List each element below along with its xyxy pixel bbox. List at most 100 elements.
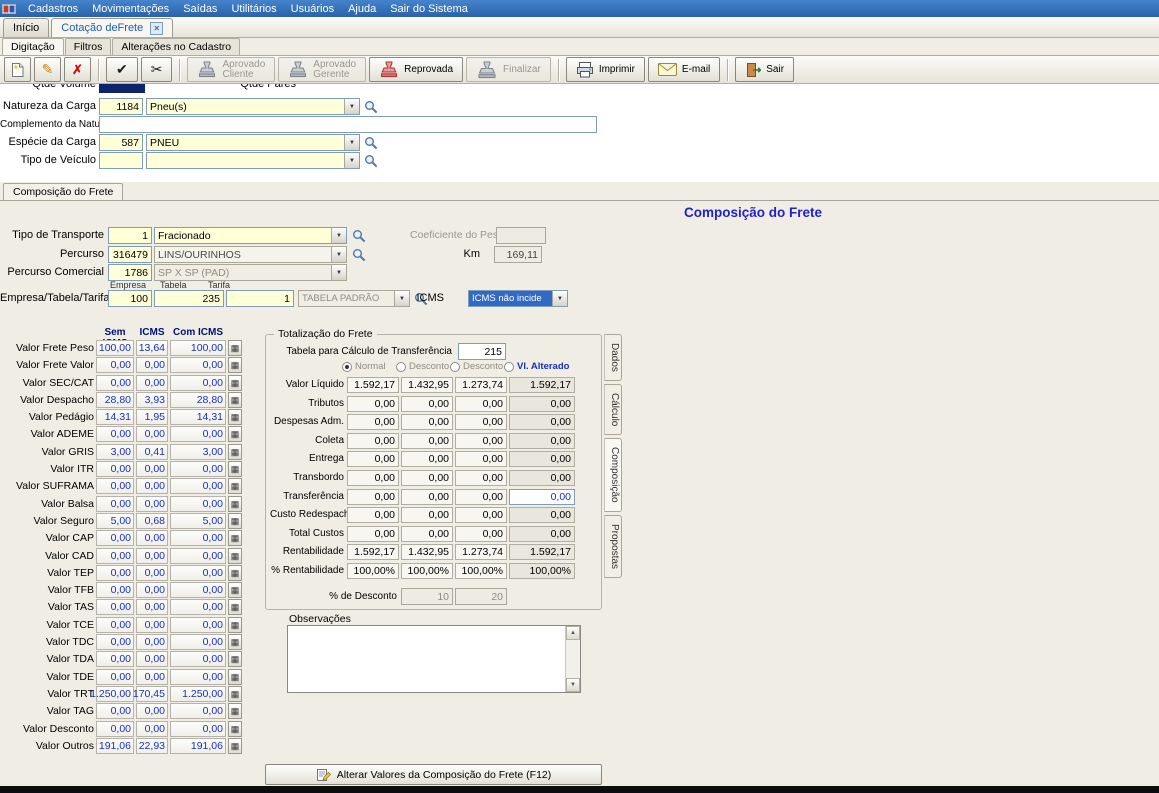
calculator-button[interactable]: ▦ (228, 443, 242, 460)
toolbar-imprimir-button[interactable]: Imprimir (565, 57, 645, 82)
calculator-button[interactable]: ▦ (228, 340, 242, 356)
value-row-label: Valor Pedágio (28, 411, 94, 424)
dropdown-arrow-icon[interactable]: ▼ (344, 135, 359, 150)
icms-combo[interactable]: ICMS não incide ▼ (468, 290, 568, 307)
calculator-button[interactable]: ▦ (228, 495, 242, 512)
calculator-button[interactable]: ▦ (228, 512, 242, 529)
calculator-button[interactable]: ▦ (228, 357, 242, 374)
tabela-transferencia-field[interactable]: 215 (458, 343, 506, 360)
value-icms: 0,68 (136, 512, 168, 529)
natureza-code-field[interactable]: 1184 (99, 98, 143, 115)
observacoes-textarea[interactable]: ▲ ▼ (287, 625, 581, 693)
subtab-filtros[interactable]: Filtros (64, 38, 112, 55)
side-tab-composicao[interactable]: Composição (604, 438, 622, 512)
radio-vl-alterado[interactable]: Vl. Alterado (504, 361, 569, 372)
radio-desconto-1-icon (396, 361, 406, 372)
percurso-combo[interactable]: LINS/OURINHOS ▼ (154, 246, 347, 263)
side-tab-calculo[interactable]: Cálculo (604, 383, 622, 436)
especie-combo[interactable]: PNEU ▼ (146, 134, 360, 151)
dropdown-arrow-icon[interactable]: ▼ (344, 99, 359, 114)
calculator-button[interactable]: ▦ (228, 685, 242, 702)
tipo-veiculo-code-field[interactable] (99, 152, 143, 169)
calculator-button[interactable]: ▦ (228, 668, 242, 685)
toolbar-cortar-button[interactable]: ✂ (140, 57, 173, 82)
natureza-row: Natureza da Carga 1184 Pneu(s) ▼ (0, 98, 1159, 115)
search-icon[interactable] (352, 247, 367, 262)
toolbar-excluir-button[interactable]: ✗ (64, 57, 91, 82)
totalizacao-group-title: Totalização do Frete (274, 328, 377, 340)
calculator-button[interactable]: ▦ (228, 461, 242, 478)
tipo-transporte-combo[interactable]: Fracionado ▼ (154, 227, 347, 244)
radio-normal[interactable]: Normal (342, 361, 386, 372)
especie-code-field[interactable]: 587 (99, 134, 143, 151)
tab-composicao-frete[interactable]: Composição do Frete (3, 183, 124, 201)
search-icon[interactable] (364, 153, 379, 168)
calculator-button[interactable]: ▦ (228, 374, 242, 391)
radio-desconto-1[interactable]: Desconto 1 (396, 361, 457, 372)
search-icon[interactable] (364, 99, 379, 114)
subtab-alteracoes-no-cadastro[interactable]: Alterações no Cadastro (112, 38, 241, 55)
menu-usuarios[interactable]: Usuários (284, 2, 341, 16)
tarifa-field[interactable]: 1 (226, 290, 294, 307)
calculator-button[interactable]: ▦ (228, 547, 242, 564)
dropdown-arrow-icon[interactable]: ▼ (344, 153, 359, 168)
alterar-valores-button[interactable]: Alterar Valores da Composição do Frete (… (265, 764, 602, 785)
dropdown-arrow-icon[interactable]: ▼ (331, 228, 346, 243)
menu-cadastros[interactable]: Cadastros (21, 2, 85, 16)
calculator-button[interactable]: ▦ (228, 582, 242, 599)
toolbar-sair-button[interactable]: Sair (735, 57, 795, 82)
side-tab-dados[interactable]: Dados (604, 334, 622, 381)
qtde-volume-field[interactable] (99, 84, 145, 93)
calculator-button[interactable]: ▦ (228, 409, 242, 426)
tabela-field[interactable]: 235 (154, 290, 224, 307)
percurso-code-field[interactable]: 316479 (108, 246, 152, 263)
value-icms: 0,00 (136, 374, 168, 391)
subtab-digitacao[interactable]: Digitação (2, 38, 64, 55)
calculator-button[interactable]: ▦ (228, 651, 242, 668)
total-cell: 100,00% (455, 562, 507, 579)
calculator-button[interactable]: ▦ (228, 599, 242, 616)
toolbar-reprovada-button[interactable]: Reprovada (369, 57, 464, 82)
calculator-button[interactable]: ▦ (228, 478, 242, 495)
tipo-transporte-code-field[interactable]: 1 (108, 227, 152, 244)
side-tab-propostas[interactable]: Propostas (604, 514, 622, 578)
calculator-button[interactable]: ▦ (228, 703, 242, 720)
percurso-comercial-code-field[interactable]: 1786 (108, 264, 152, 281)
complemento-field[interactable] (99, 116, 597, 133)
observacoes-scrollbar[interactable]: ▲ ▼ (565, 626, 580, 692)
tipo-veiculo-combo[interactable]: ▼ (146, 152, 360, 169)
scroll-down-icon[interactable]: ▼ (566, 678, 580, 692)
tab-cotacao-frete[interactable]: Cotação deFrete ✕ (51, 18, 174, 37)
tab-close-icon[interactable]: ✕ (150, 21, 164, 35)
observacoes-label: Observações (289, 613, 351, 625)
total-cell: 0,00 (455, 432, 507, 449)
menu-utilitarios[interactable]: Utilitários (224, 2, 283, 16)
toolbar-email-button[interactable]: E-mail (647, 57, 721, 82)
value-sem-icms: 191,06 (96, 737, 134, 754)
toolbar-confirmar-button[interactable]: ✔ (106, 57, 138, 82)
calculator-button[interactable]: ▦ (228, 564, 242, 581)
search-icon[interactable] (352, 228, 367, 243)
calculator-button[interactable]: ▦ (228, 634, 242, 651)
calculator-button[interactable]: ▦ (228, 720, 242, 737)
natureza-combo[interactable]: Pneu(s) ▼ (146, 98, 360, 115)
calculator-button[interactable]: ▦ (228, 391, 242, 408)
menu-saidas[interactable]: Saídas (176, 2, 224, 16)
tab-inicio[interactable]: Início (3, 18, 50, 37)
dropdown-arrow-icon[interactable]: ▼ (331, 247, 346, 262)
menu-sair-do-sistema[interactable]: Sair do Sistema (383, 2, 475, 16)
toolbar-novo-button[interactable] (4, 57, 31, 82)
search-icon[interactable] (364, 135, 379, 150)
toolbar-editar-button[interactable]: ✎ (34, 57, 61, 82)
empresa-field[interactable]: 100 (108, 290, 152, 307)
calculator-button[interactable]: ▦ (228, 426, 242, 443)
scroll-up-icon[interactable]: ▲ (566, 626, 580, 640)
menu-movimentacoes[interactable]: Movimentações (85, 2, 176, 16)
calculator-button[interactable]: ▦ (228, 530, 242, 547)
radio-desconto-2[interactable]: Desconto 2 (450, 361, 511, 372)
total-cell[interactable]: 0,00 (509, 488, 575, 505)
calculator-button[interactable]: ▦ (228, 737, 242, 754)
calculator-button[interactable]: ▦ (228, 616, 242, 633)
menu-ajuda[interactable]: Ajuda (341, 2, 383, 16)
dropdown-arrow-icon[interactable]: ▼ (552, 291, 567, 306)
